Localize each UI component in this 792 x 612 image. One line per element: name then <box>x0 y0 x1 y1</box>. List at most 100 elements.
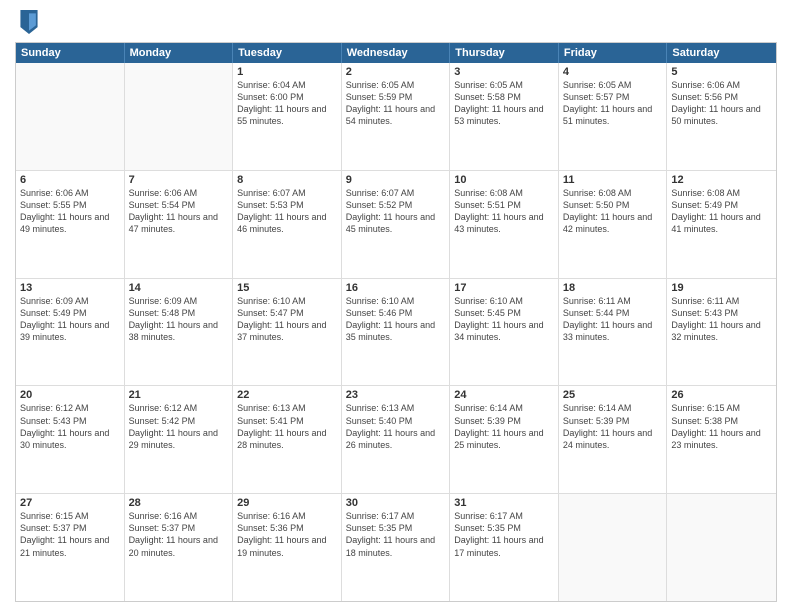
sunrise-text: Sunrise: 6:12 AM <box>129 402 229 414</box>
day-number: 28 <box>129 497 229 509</box>
sunset-text: Sunset: 5:48 PM <box>129 307 229 319</box>
sunrise-text: Sunrise: 6:12 AM <box>20 402 120 414</box>
day-number: 11 <box>563 174 663 186</box>
daylight-text: Daylight: 11 hours and 21 minutes. <box>20 534 120 558</box>
sunset-text: Sunset: 5:58 PM <box>454 91 554 103</box>
sunrise-text: Sunrise: 6:08 AM <box>671 187 772 199</box>
daylight-text: Daylight: 11 hours and 41 minutes. <box>671 211 772 235</box>
calendar-cell: 17 Sunrise: 6:10 AM Sunset: 5:45 PM Dayl… <box>450 279 559 386</box>
calendar-cell: 14 Sunrise: 6:09 AM Sunset: 5:48 PM Dayl… <box>125 279 234 386</box>
sunrise-text: Sunrise: 6:15 AM <box>671 402 772 414</box>
sunrise-text: Sunrise: 6:09 AM <box>20 295 120 307</box>
daylight-text: Daylight: 11 hours and 20 minutes. <box>129 534 229 558</box>
sunrise-text: Sunrise: 6:14 AM <box>563 402 663 414</box>
sunset-text: Sunset: 5:43 PM <box>671 307 772 319</box>
calendar-cell <box>559 494 668 601</box>
calendar-cell: 12 Sunrise: 6:08 AM Sunset: 5:49 PM Dayl… <box>667 171 776 278</box>
calendar-cell: 11 Sunrise: 6:08 AM Sunset: 5:50 PM Dayl… <box>559 171 668 278</box>
sunset-text: Sunset: 5:59 PM <box>346 91 446 103</box>
daylight-text: Daylight: 11 hours and 35 minutes. <box>346 319 446 343</box>
calendar-cell: 7 Sunrise: 6:06 AM Sunset: 5:54 PM Dayli… <box>125 171 234 278</box>
daylight-text: Daylight: 11 hours and 53 minutes. <box>454 103 554 127</box>
sunset-text: Sunset: 5:47 PM <box>237 307 337 319</box>
logo-icon <box>19 10 39 34</box>
sunset-text: Sunset: 5:55 PM <box>20 199 120 211</box>
daylight-text: Daylight: 11 hours and 33 minutes. <box>563 319 663 343</box>
calendar-cell: 18 Sunrise: 6:11 AM Sunset: 5:44 PM Dayl… <box>559 279 668 386</box>
sunset-text: Sunset: 5:37 PM <box>20 522 120 534</box>
daylight-text: Daylight: 11 hours and 30 minutes. <box>20 427 120 451</box>
logo <box>15 10 39 34</box>
calendar-week: 20 Sunrise: 6:12 AM Sunset: 5:43 PM Dayl… <box>16 386 776 494</box>
sunrise-text: Sunrise: 6:10 AM <box>454 295 554 307</box>
sunrise-text: Sunrise: 6:15 AM <box>20 510 120 522</box>
daylight-text: Daylight: 11 hours and 37 minutes. <box>237 319 337 343</box>
day-number: 15 <box>237 282 337 294</box>
day-number: 20 <box>20 389 120 401</box>
day-number: 1 <box>237 66 337 78</box>
header <box>15 10 777 34</box>
sunrise-text: Sunrise: 6:05 AM <box>454 79 554 91</box>
sunset-text: Sunset: 5:46 PM <box>346 307 446 319</box>
sunrise-text: Sunrise: 6:11 AM <box>563 295 663 307</box>
calendar-header-cell: Sunday <box>16 43 125 63</box>
daylight-text: Daylight: 11 hours and 19 minutes. <box>237 534 337 558</box>
calendar-header-cell: Monday <box>125 43 234 63</box>
sunset-text: Sunset: 5:53 PM <box>237 199 337 211</box>
sunrise-text: Sunrise: 6:08 AM <box>454 187 554 199</box>
calendar-cell: 15 Sunrise: 6:10 AM Sunset: 5:47 PM Dayl… <box>233 279 342 386</box>
sunrise-text: Sunrise: 6:08 AM <box>563 187 663 199</box>
calendar-cell: 24 Sunrise: 6:14 AM Sunset: 5:39 PM Dayl… <box>450 386 559 493</box>
sunrise-text: Sunrise: 6:10 AM <box>237 295 337 307</box>
day-number: 19 <box>671 282 772 294</box>
calendar-header-row: SundayMondayTuesdayWednesdayThursdayFrid… <box>16 43 776 63</box>
day-number: 27 <box>20 497 120 509</box>
day-number: 13 <box>20 282 120 294</box>
calendar-cell: 30 Sunrise: 6:17 AM Sunset: 5:35 PM Dayl… <box>342 494 451 601</box>
calendar-header-cell: Wednesday <box>342 43 451 63</box>
sunset-text: Sunset: 5:41 PM <box>237 415 337 427</box>
day-number: 4 <box>563 66 663 78</box>
day-number: 5 <box>671 66 772 78</box>
calendar-cell <box>667 494 776 601</box>
calendar-cell: 23 Sunrise: 6:13 AM Sunset: 5:40 PM Dayl… <box>342 386 451 493</box>
daylight-text: Daylight: 11 hours and 18 minutes. <box>346 534 446 558</box>
day-number: 2 <box>346 66 446 78</box>
sunset-text: Sunset: 5:44 PM <box>563 307 663 319</box>
sunset-text: Sunset: 5:40 PM <box>346 415 446 427</box>
calendar-header-cell: Tuesday <box>233 43 342 63</box>
daylight-text: Daylight: 11 hours and 49 minutes. <box>20 211 120 235</box>
sunset-text: Sunset: 5:52 PM <box>346 199 446 211</box>
calendar-cell: 1 Sunrise: 6:04 AM Sunset: 6:00 PM Dayli… <box>233 63 342 170</box>
sunrise-text: Sunrise: 6:05 AM <box>346 79 446 91</box>
daylight-text: Daylight: 11 hours and 26 minutes. <box>346 427 446 451</box>
sunrise-text: Sunrise: 6:14 AM <box>454 402 554 414</box>
sunset-text: Sunset: 5:49 PM <box>20 307 120 319</box>
daylight-text: Daylight: 11 hours and 46 minutes. <box>237 211 337 235</box>
sunset-text: Sunset: 5:35 PM <box>346 522 446 534</box>
sunset-text: Sunset: 5:50 PM <box>563 199 663 211</box>
calendar-week: 6 Sunrise: 6:06 AM Sunset: 5:55 PM Dayli… <box>16 171 776 279</box>
calendar-week: 1 Sunrise: 6:04 AM Sunset: 6:00 PM Dayli… <box>16 63 776 171</box>
calendar-cell: 2 Sunrise: 6:05 AM Sunset: 5:59 PM Dayli… <box>342 63 451 170</box>
sunset-text: Sunset: 5:35 PM <box>454 522 554 534</box>
calendar-cell: 6 Sunrise: 6:06 AM Sunset: 5:55 PM Dayli… <box>16 171 125 278</box>
calendar-cell: 16 Sunrise: 6:10 AM Sunset: 5:46 PM Dayl… <box>342 279 451 386</box>
daylight-text: Daylight: 11 hours and 34 minutes. <box>454 319 554 343</box>
daylight-text: Daylight: 11 hours and 29 minutes. <box>129 427 229 451</box>
sunrise-text: Sunrise: 6:17 AM <box>346 510 446 522</box>
day-number: 29 <box>237 497 337 509</box>
calendar-cell: 4 Sunrise: 6:05 AM Sunset: 5:57 PM Dayli… <box>559 63 668 170</box>
day-number: 10 <box>454 174 554 186</box>
sunrise-text: Sunrise: 6:13 AM <box>346 402 446 414</box>
day-number: 8 <box>237 174 337 186</box>
sunset-text: Sunset: 5:43 PM <box>20 415 120 427</box>
calendar-week: 27 Sunrise: 6:15 AM Sunset: 5:37 PM Dayl… <box>16 494 776 601</box>
calendar-cell: 21 Sunrise: 6:12 AM Sunset: 5:42 PM Dayl… <box>125 386 234 493</box>
calendar-cell: 5 Sunrise: 6:06 AM Sunset: 5:56 PM Dayli… <box>667 63 776 170</box>
daylight-text: Daylight: 11 hours and 39 minutes. <box>20 319 120 343</box>
sunset-text: Sunset: 5:49 PM <box>671 199 772 211</box>
sunset-text: Sunset: 5:54 PM <box>129 199 229 211</box>
daylight-text: Daylight: 11 hours and 45 minutes. <box>346 211 446 235</box>
daylight-text: Daylight: 11 hours and 23 minutes. <box>671 427 772 451</box>
